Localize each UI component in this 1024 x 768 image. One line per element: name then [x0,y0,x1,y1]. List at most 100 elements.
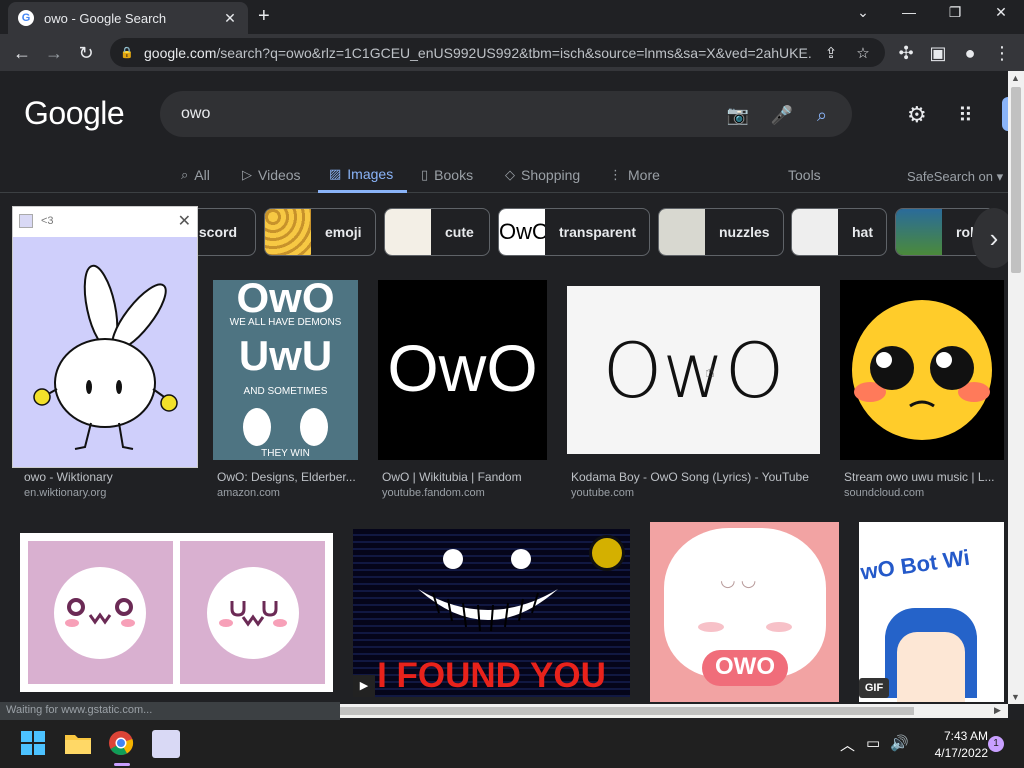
bunny-thumbnail-icon [19,214,33,228]
search-query[interactable]: owo [181,105,210,123]
close-window-button[interactable]: ✕ [986,4,1016,21]
chip-thumbnail [659,209,705,255]
chip-emoji[interactable]: emoji [264,208,376,256]
image-text: OwO [602,326,785,415]
windows-start-icon[interactable] [20,730,48,758]
tag-icon: ◇ [505,167,515,182]
video-icon: ▷ [242,167,252,182]
chrome-taskbar-icon[interactable] [108,730,136,758]
result-caption[interactable]: owo - Wiktionary en.wiktionary.org [24,470,194,499]
tab-close-icon[interactable]: ✕ [222,10,238,27]
notification-badge[interactable]: 1 [988,736,1004,752]
chip-nuzzles[interactable]: nuzzles [658,208,784,256]
file-explorer-icon[interactable] [64,730,92,758]
blush-shape [698,622,724,632]
tab-videos[interactable]: ▷ Videos [242,157,301,193]
result-caption[interactable]: OwO: Designs, Elderber... amazon.com [217,470,362,499]
bookmark-star-icon[interactable]: ☆ [851,44,875,62]
vertical-scrollbar[interactable]: ▲ ▼ [1008,71,1024,704]
tab-bar: G owo - Google Search ✕ + ⌄ — ❐ ✕ [0,0,1024,34]
forward-button[interactable]: → [42,41,66,65]
lock-icon[interactable]: 🔒 [120,46,134,59]
scrollbar-thumb[interactable] [1011,87,1021,273]
result-caption[interactable]: Kodama Boy - OwO Song (Lyrics) - YouTube… [571,470,821,499]
chip-thumbnail [792,209,838,255]
google-favicon-icon: G [18,10,34,26]
eye-shape [443,549,463,569]
safesearch-toggle[interactable]: SafeSearch on ▾ [907,169,1003,185]
image-text: I FOUND YOU [377,656,606,695]
tab-images[interactable]: ▨ Images [318,157,407,193]
scroll-right-icon[interactable]: ▶ [994,705,1001,716]
chip-hat[interactable]: hat [791,208,887,256]
result-image-owo-emoji[interactable] [840,280,1004,460]
share-icon[interactable]: ⇪ [819,44,843,62]
result-caption[interactable]: Stream owo uwu music | L... soundcloud.co… [844,470,1004,499]
image-text: OwO [236,280,335,321]
tab-search-icon[interactable]: ⌄ [848,4,878,21]
chip-cute[interactable]: cute [384,208,490,256]
image-text: UwU [238,332,333,379]
image-preview-popup[interactable]: <3 ✕ [12,206,198,468]
extensions-icon[interactable]: ✣ [894,41,918,65]
face-eyes: ◡ ◡ [720,570,757,590]
scrollbar-thumb[interactable] [340,707,914,715]
result-caption[interactable]: OwO | Wikitubia | Fandom youtube.fandom.c… [382,470,547,499]
network-icon[interactable]: ▭ [866,734,880,752]
image-icon: ▨ [329,165,342,181]
camera-icon[interactable]: 📷 [726,103,750,127]
result-image-owo-bot[interactable]: wO Bot Wi GIF [859,522,1004,702]
tab-all[interactable]: ⌕ All [181,157,210,193]
image-text: OwO [387,331,538,405]
result-image-owo-uwu-faces[interactable] [20,533,333,692]
chip-transparent[interactable]: OwO transparent [498,208,650,256]
apps-grid-icon[interactable]: ⠿ [958,103,973,128]
result-image-discord-owo[interactable]: ◡ ◡ OWO [650,522,839,702]
tab-shopping[interactable]: ◇ Shopping [505,157,580,193]
owo-emoji-drawing [852,300,992,440]
result-image-owo-demons[interactable]: OwO WE ALL HAVE DEMONS UwU AND SOMETIMES… [213,280,358,460]
result-image-i-found-you[interactable]: I FOUND YOU ▶ [353,529,630,697]
browser-tab[interactable]: G owo - Google Search ✕ [8,2,248,34]
result-image-owo-wikitubia[interactable]: OwO [378,280,547,460]
scroll-down-icon[interactable]: ▼ [1011,692,1020,702]
microphone-icon[interactable]: 🎤 [770,103,794,127]
search-icon[interactable]: ⌕ [810,103,834,127]
reload-button[interactable]: ↻ [74,41,98,65]
owo-uwu-drawing [28,541,325,684]
menu-icon[interactable]: ⋮ [990,41,1014,65]
taskbar-clock[interactable]: 7:43 AM 4/17/2022 [918,728,988,762]
minimize-button[interactable]: — [894,4,924,20]
chip-thumbnail: OwO [499,209,545,255]
bunny-drawing [33,264,178,450]
side-panel-icon[interactable]: ▣ [926,41,950,65]
image-text: THEY WIN [261,448,310,459]
restore-button[interactable]: ❐ [940,4,970,21]
back-button[interactable]: ← [10,41,34,65]
more-dots-icon: ⋮ [609,167,622,182]
google-logo[interactable]: Google [24,95,125,132]
eye-shape [511,549,531,569]
search-icon: ⌕ [181,167,189,182]
profile-icon[interactable]: ● [958,41,982,65]
result-image-kodama-boy[interactable]: OwO ☝ [567,286,820,454]
tab-more[interactable]: ⋮ More [609,157,660,193]
chip-thumbnail [385,209,431,255]
tab-books[interactable]: ▯ Books [421,157,473,193]
popup-close-icon[interactable]: ✕ [178,211,191,231]
scroll-up-icon[interactable]: ▲ [1011,73,1020,83]
bunny-app-icon[interactable] [152,730,180,758]
address-bar[interactable]: 🔒 google.com/search?q=owo&rlz=1C1GCEU_en… [110,38,885,67]
chevron-up-icon[interactable]: ︿ [840,734,855,755]
search-box[interactable]: owo 📷 🎤 ⌕ [160,91,852,137]
active-app-indicator [114,763,130,766]
image-text: OWO [715,653,775,680]
tools-button[interactable]: Tools [788,167,821,183]
browser-toolbar: ← → ↻ 🔒 google.com/search?q=owo&rlz=1C1G… [0,34,1024,71]
new-tab-button[interactable]: + [258,5,270,28]
popup-title: <3 [41,215,54,227]
settings-gear-icon[interactable]: ⚙ [907,102,927,128]
eye-shape [243,408,271,446]
eye-shape [300,408,328,446]
volume-icon[interactable]: 🔊 [890,734,909,752]
